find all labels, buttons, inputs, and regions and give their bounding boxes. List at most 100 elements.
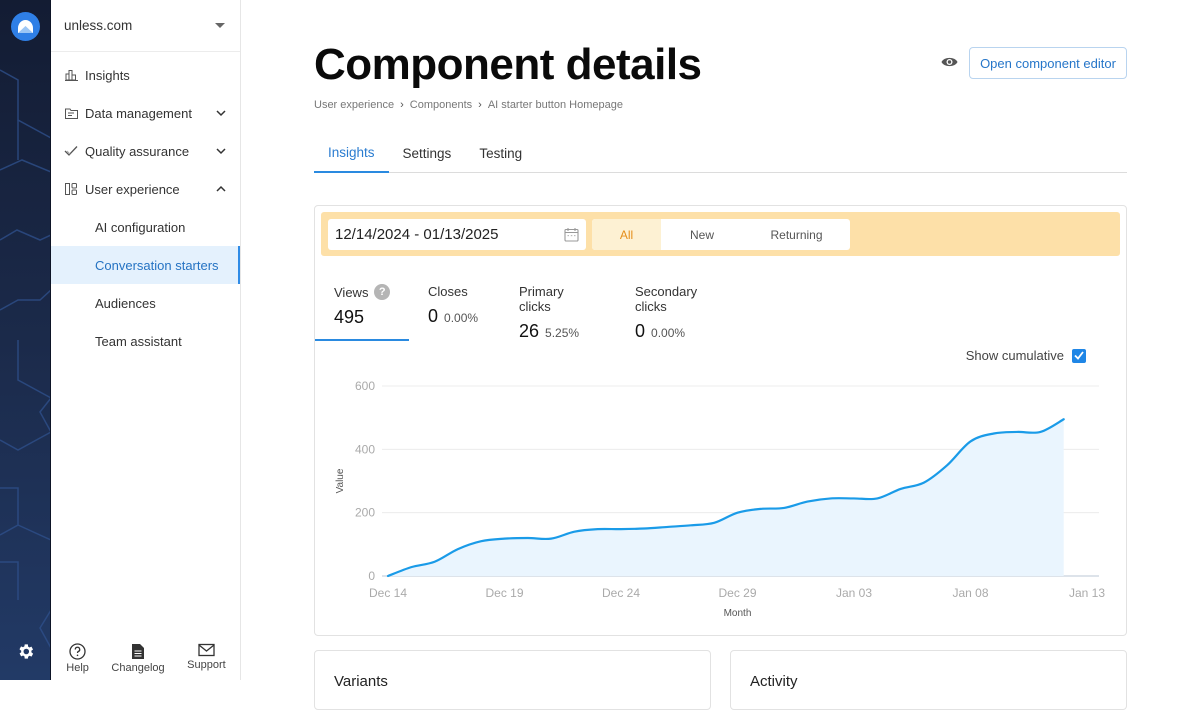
show-cumulative-label: Show cumulative bbox=[965, 348, 1064, 363]
sidebar-item-label: Data management bbox=[85, 105, 192, 121]
org-switcher[interactable]: unless.com bbox=[51, 0, 240, 52]
metric-views[interactable]: Views? 495 bbox=[315, 284, 409, 341]
background-pattern bbox=[0, 69, 50, 648]
metric-label: Views bbox=[334, 284, 369, 300]
metric-value: 0 bbox=[635, 321, 646, 341]
metric-percent: 5.25% bbox=[545, 326, 580, 340]
support-button[interactable]: Support bbox=[187, 643, 226, 674]
views-chart: 0 200 400 600 Dec 14 Dec 19 Dec 24 Dec 29 Jan 03… bbox=[335, 379, 1105, 619]
changelog-button[interactable]: Changelog bbox=[111, 643, 165, 674]
open-component-editor-button[interactable]: Open component editor bbox=[969, 47, 1127, 79]
metric-value: 495 bbox=[334, 307, 365, 327]
metric-closes[interactable]: Closes 0 0.00% bbox=[409, 284, 500, 341]
check-icon bbox=[64, 144, 78, 158]
sidebar-subitem-audiences[interactable]: Audiences bbox=[51, 284, 240, 322]
tab-settings[interactable]: Settings bbox=[389, 134, 466, 172]
variants-card-title: Variants bbox=[334, 673, 388, 690]
x-tick-label: Jan 08 bbox=[952, 586, 988, 600]
breadcrumb-separator: › bbox=[478, 99, 482, 111]
chevron-up-icon[interactable] bbox=[215, 183, 227, 195]
sidebar-subitem-conversation-starters[interactable]: Conversation starters bbox=[51, 246, 240, 284]
sidebar: unless.com Insights Data management Qual… bbox=[51, 0, 241, 680]
support-label: Support bbox=[187, 659, 226, 671]
sidebar-item-label: Insights bbox=[85, 67, 130, 83]
metric-label: Secondary clicks bbox=[635, 284, 698, 314]
y-tick-label: 200 bbox=[355, 506, 375, 520]
breadcrumb-item[interactable]: Components bbox=[410, 99, 472, 111]
segment-new[interactable]: New bbox=[661, 219, 743, 250]
series-area bbox=[388, 419, 1064, 576]
checkmark-icon bbox=[1074, 351, 1084, 360]
metric-label: Closes bbox=[428, 284, 468, 299]
help-button[interactable]: Help bbox=[66, 643, 89, 674]
metric-tabs: Views? 495 Closes 0 0.00% Primary clicks … bbox=[315, 284, 746, 341]
date-range-value: 12/14/2024 - 01/13/2025 bbox=[335, 226, 499, 243]
help-question-icon[interactable]: ? bbox=[374, 284, 390, 300]
sidebar-item-insights[interactable]: Insights bbox=[51, 56, 240, 94]
app-rail bbox=[0, 0, 51, 680]
sidebar-item-user-experience[interactable]: User experience bbox=[51, 170, 240, 208]
metric-percent: 0.00% bbox=[444, 311, 479, 325]
logo-mountain-icon bbox=[18, 20, 33, 33]
breadcrumb: User experience › Components › AI starte… bbox=[314, 99, 623, 111]
metric-secondary-clicks[interactable]: Secondary clicks 0 0.00% bbox=[616, 284, 746, 341]
sidebar-item-quality-assurance[interactable]: Quality assurance bbox=[51, 132, 240, 170]
folder-icon bbox=[64, 106, 78, 120]
metric-value: 0 bbox=[428, 306, 439, 326]
breadcrumb-item-current: AI starter button Homepage bbox=[487, 99, 623, 111]
mail-icon bbox=[198, 643, 215, 657]
calendar-icon[interactable] bbox=[564, 227, 579, 242]
x-tick-label: Jan 13 bbox=[1069, 586, 1105, 600]
x-tick-label: Dec 14 bbox=[369, 586, 407, 600]
date-range-input[interactable]: 12/14/2024 - 01/13/2025 bbox=[328, 219, 586, 250]
changelog-label: Changelog bbox=[111, 662, 165, 674]
sidebar-item-label: User experience bbox=[85, 181, 180, 197]
tab-insights[interactable]: Insights bbox=[314, 134, 389, 173]
metric-percent: 0.00% bbox=[651, 326, 686, 340]
breadcrumb-item[interactable]: User experience bbox=[314, 99, 394, 111]
sidebar-subitem-ai-configuration[interactable]: AI configuration bbox=[51, 208, 240, 246]
y-tick-label: 0 bbox=[368, 569, 375, 583]
document-icon bbox=[132, 644, 145, 659]
org-name: unless.com bbox=[64, 18, 133, 33]
layout-icon bbox=[64, 182, 78, 196]
sidebar-subitem-team-assistant[interactable]: Team assistant bbox=[51, 322, 240, 360]
tab-bar: Insights Settings Testing bbox=[314, 134, 1127, 173]
metric-value: 26 bbox=[519, 321, 540, 341]
x-tick-label: Dec 24 bbox=[602, 586, 640, 600]
variants-card: Variants bbox=[314, 650, 711, 710]
y-tick-label: 600 bbox=[355, 379, 375, 393]
insights-card: 12/14/2024 - 01/13/2025 All New Returnin… bbox=[314, 205, 1127, 636]
help-label: Help bbox=[66, 662, 89, 674]
sidebar-item-label: Quality assurance bbox=[85, 143, 190, 159]
x-axis-label: Month bbox=[724, 608, 752, 619]
help-icon bbox=[69, 643, 86, 660]
x-tick-label: Dec 19 bbox=[485, 586, 523, 600]
metric-primary-clicks[interactable]: Primary clicks 26 5.25% bbox=[500, 284, 616, 341]
sidebar-footer: Help Changelog Support bbox=[51, 643, 241, 674]
segment-all[interactable]: All bbox=[592, 219, 661, 250]
y-tick-label: 400 bbox=[355, 442, 375, 456]
visitor-segment-control: All New Returning bbox=[592, 219, 850, 250]
show-cumulative-checkbox[interactable] bbox=[1072, 348, 1086, 363]
activity-card-title: Activity bbox=[750, 673, 798, 690]
y-axis-label: Value bbox=[335, 468, 346, 493]
preview-eye-icon[interactable] bbox=[941, 56, 958, 68]
chevron-down-icon[interactable] bbox=[215, 145, 227, 157]
show-cumulative-toggle[interactable]: Show cumulative bbox=[966, 348, 1086, 363]
sidebar-item-data-management[interactable]: Data management bbox=[51, 94, 240, 132]
x-tick-label: Dec 29 bbox=[718, 586, 756, 600]
x-tick-label: Jan 03 bbox=[836, 586, 872, 600]
app-logo[interactable] bbox=[11, 12, 40, 41]
metric-label: Primary clicks bbox=[519, 284, 564, 314]
activity-card: Activity bbox=[730, 650, 1127, 710]
caret-down-icon bbox=[215, 23, 225, 28]
breadcrumb-separator: › bbox=[400, 99, 404, 111]
chevron-down-icon[interactable] bbox=[215, 107, 227, 119]
segment-returning[interactable]: Returning bbox=[743, 219, 850, 250]
tab-testing[interactable]: Testing bbox=[465, 134, 536, 172]
bar-chart-icon bbox=[64, 68, 78, 82]
settings-gear-icon[interactable] bbox=[16, 642, 35, 661]
page-title: Component details bbox=[314, 40, 702, 89]
filter-bar: 12/14/2024 - 01/13/2025 All New Returnin… bbox=[321, 212, 1120, 256]
